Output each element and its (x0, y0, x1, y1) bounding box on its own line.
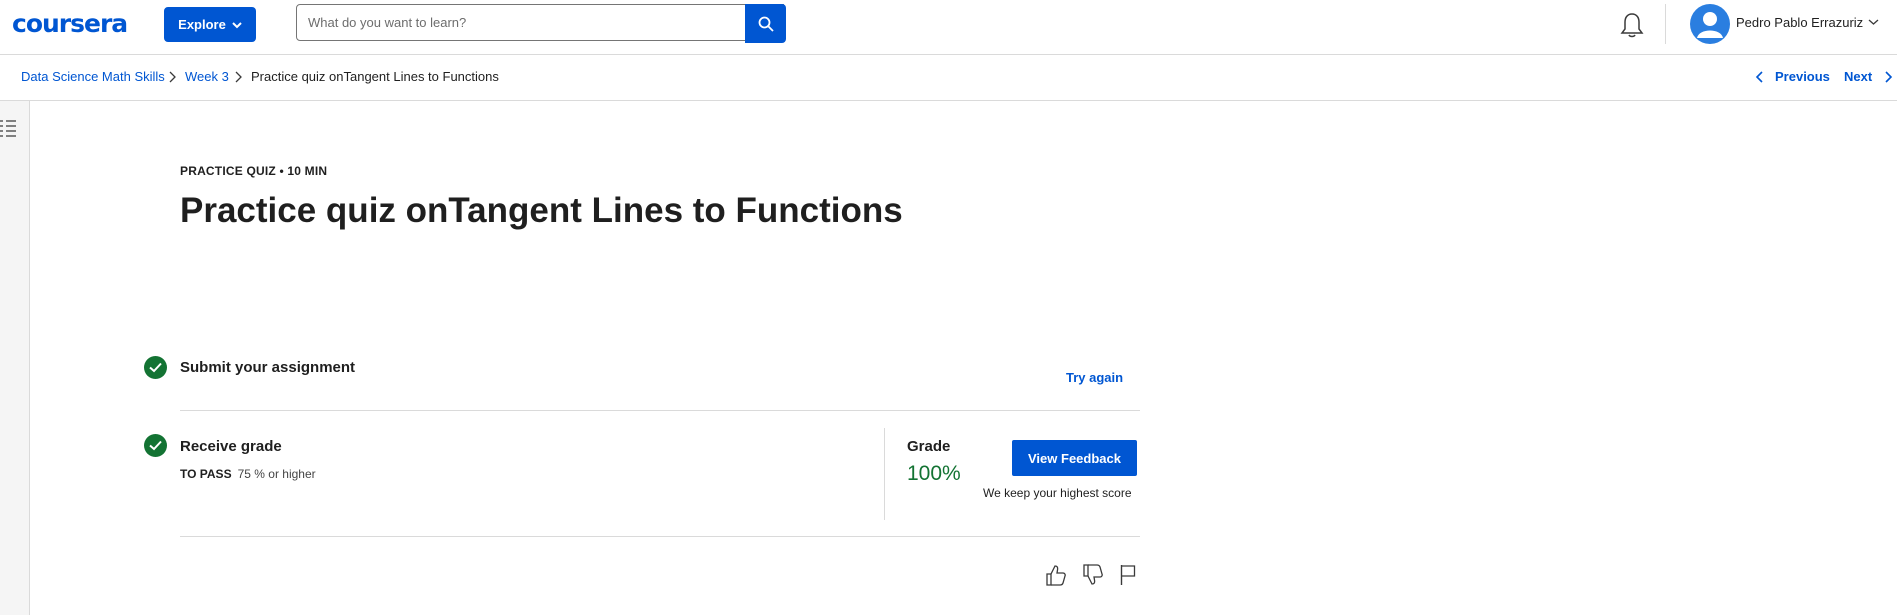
search-input[interactable]: What do you want to learn? (296, 4, 784, 41)
chevron-left-icon[interactable] (1755, 71, 1763, 83)
thumbs-down-icon[interactable] (1083, 564, 1103, 586)
breadcrumb-current: Practice quiz onTangent Lines to Functio… (251, 69, 499, 84)
explore-label: Explore (178, 17, 226, 32)
flag-icon[interactable] (1120, 564, 1136, 586)
check-icon (144, 434, 167, 457)
chevron-right-icon[interactable] (1885, 71, 1893, 83)
breadcrumb-course[interactable]: Data Science Math Skills (21, 69, 165, 84)
check-icon (144, 356, 167, 379)
chevron-down-icon[interactable] (1868, 18, 1879, 26)
pass-requirement: TO PASS 75 % or higher (180, 467, 316, 481)
thumbs-up-icon[interactable] (1046, 564, 1066, 586)
pass-label: TO PASS (180, 467, 232, 481)
chevron-right-icon (169, 71, 176, 83)
user-name[interactable]: Pedro Pablo Errazuriz (1736, 15, 1863, 30)
previous-link[interactable]: Previous (1775, 69, 1830, 84)
bell-icon[interactable] (1620, 12, 1644, 38)
side-nav-rail (0, 101, 30, 615)
search-placeholder: What do you want to learn? (308, 15, 467, 30)
header-divider (1665, 4, 1666, 44)
try-again-link[interactable]: Try again (1066, 370, 1123, 385)
breadcrumb-week[interactable]: Week 3 (185, 69, 229, 84)
search-button[interactable] (745, 4, 786, 43)
grade-value: 100% (907, 462, 961, 485)
pass-value: 75 % or higher (237, 467, 316, 481)
search-icon (758, 16, 774, 32)
keep-score-note: We keep your highest score (983, 486, 1132, 500)
divider (180, 410, 1140, 411)
chevron-right-icon (235, 71, 242, 83)
grade-step-title: Receive grade (180, 438, 282, 455)
breadcrumb: Data Science Math Skills Week 3 Practice… (0, 55, 1897, 101)
user-avatar-icon[interactable] (1690, 4, 1730, 44)
grade-label: Grade (907, 438, 951, 455)
chevron-down-icon (232, 21, 242, 28)
list-icon[interactable] (0, 119, 18, 137)
top-header: coursera Explore What do you want to lea… (0, 0, 1897, 55)
explore-button[interactable]: Explore (164, 7, 256, 42)
view-feedback-button[interactable]: View Feedback (1012, 440, 1137, 476)
quiz-kicker: PRACTICE QUIZ • 10 MIN (180, 164, 328, 178)
page-title: Practice quiz onTangent Lines to Functio… (180, 191, 903, 230)
divider (180, 536, 1140, 537)
submit-step-title: Submit your assignment (180, 359, 356, 376)
coursera-logo[interactable]: coursera (12, 9, 128, 38)
grade-divider (884, 428, 885, 520)
next-link[interactable]: Next (1844, 69, 1872, 84)
